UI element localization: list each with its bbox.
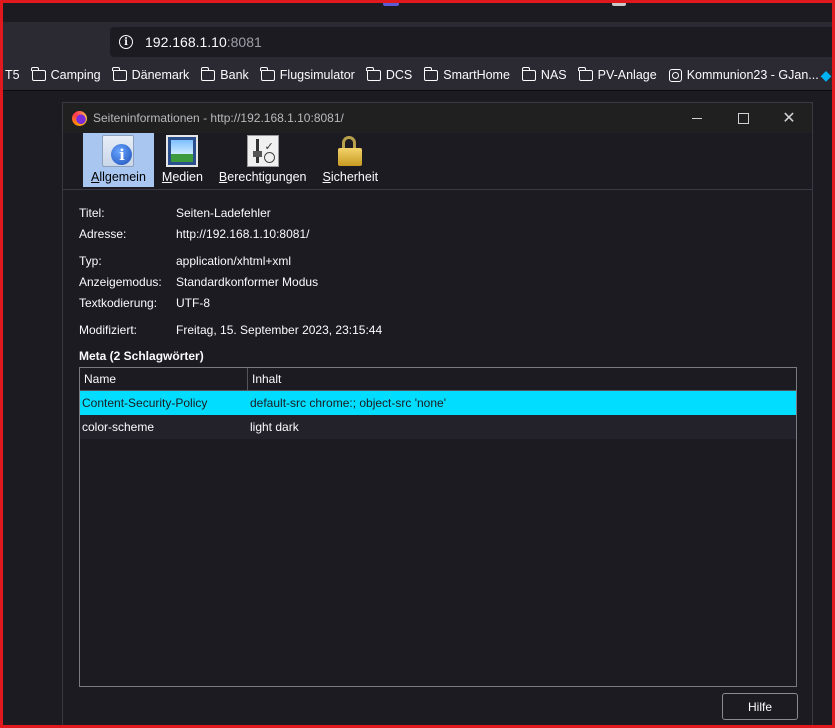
bookmark-t5[interactable]: T5 [5, 68, 20, 82]
bookmark-folder-nas[interactable]: NAS [521, 66, 567, 82]
navigation-toolbar: i 192.168.1.10:8081 [0, 22, 835, 60]
tab-label: Sicherheit [322, 170, 379, 184]
bookmark-folder-dcs[interactable]: DCS [366, 66, 412, 82]
bookmark-folder-bank[interactable]: Bank [200, 66, 249, 82]
page-info-dialog: Seiteninformationen - http://192.168.1.1… [62, 102, 813, 728]
url-bar[interactable]: i 192.168.1.10:8081 [110, 27, 835, 57]
maximize-icon [737, 112, 749, 124]
minimize-icon [692, 117, 702, 119]
folder-icon [521, 66, 536, 81]
tab-favicon-remnant [383, 0, 399, 6]
lock-icon [334, 135, 366, 167]
firefox-logo-icon [72, 110, 87, 126]
info-row-render-mode: Anzeigemodus: Standardkonformer Modus [79, 274, 319, 289]
bookmark-folder-flugsimulator[interactable]: Flugsimulator [260, 66, 355, 82]
info-row-address: Adresse: http://192.168.1.10:8081/ [79, 226, 310, 241]
folder-icon [578, 66, 593, 81]
cell-name: color-scheme [82, 420, 155, 434]
info-row-type: Typ: application/xhtml+xml [79, 253, 292, 268]
column-header-content[interactable]: Inhalt [248, 368, 281, 390]
site-info-icon[interactable]: i [119, 35, 133, 49]
folder-icon [112, 66, 127, 81]
cell-content: default-src chrome:; object-src 'none' [250, 396, 446, 410]
tab-favicon-remnant [612, 0, 626, 6]
permissions-icon: ✓ [246, 135, 279, 167]
help-button[interactable]: Hilfe [722, 693, 798, 720]
info-icon: i [102, 135, 135, 167]
meta-table[interactable]: Name Inhalt Content-Security-Policy defa… [79, 367, 797, 687]
info-row-encoding: Textkodierung: UTF-8 [79, 295, 210, 310]
bookmark-folder-pv-anlage[interactable]: PV-Anlage [578, 66, 657, 82]
maximize-button[interactable] [720, 103, 766, 133]
close-icon: ✕ [782, 110, 796, 127]
tab-label: Berechtigungen [218, 170, 307, 184]
bookmarks-overflow-icon[interactable]: ◆ [817, 60, 835, 90]
tab-label: Allgemein [91, 170, 146, 184]
url-port: :8081 [226, 34, 262, 50]
info-row-title: Titel: Seiten-Ladefehler [79, 205, 271, 220]
folder-icon [423, 66, 439, 81]
meta-table-header: Name Inhalt [80, 368, 796, 391]
bookmarks-toolbar: T5 Camping Dänemark Bank Flugsimulator D… [0, 60, 835, 91]
folder-icon [200, 66, 216, 81]
meta-heading: Meta (2 Schlagwörter) [79, 349, 204, 363]
bookmark-folder-camping[interactable]: Camping [31, 66, 101, 82]
tab-berechtigungen[interactable]: ✓ Berechtigungen [211, 133, 315, 187]
folder-icon [366, 66, 381, 81]
dialog-title: Seiteninformationen - http://192.168.1.1… [93, 111, 344, 125]
folder-icon [260, 66, 275, 81]
bookmark-folder-smarthome[interactable]: SmartHome [423, 66, 510, 82]
column-header-name[interactable]: Name [80, 368, 248, 390]
dialog-titlebar: Seiteninformationen - http://192.168.1.1… [63, 103, 812, 133]
bookmark-kommunion23[interactable]: Kommunion23 - GJan... [668, 68, 819, 82]
camera-icon [668, 68, 682, 82]
cell-name: Content-Security-Policy [82, 396, 208, 410]
general-panel: Titel: Seiten-Ladefehler Adresse: http://1… [63, 202, 812, 364]
table-row[interactable]: color-scheme light dark [80, 415, 796, 439]
minimize-button[interactable] [674, 103, 720, 133]
tab-medien[interactable]: Medien [154, 133, 211, 187]
bookmark-folder-daenemark[interactable]: Dänemark [112, 66, 189, 82]
table-row[interactable]: Content-Security-Policy default-src chro… [80, 391, 796, 415]
media-icon [166, 135, 199, 167]
close-button[interactable]: ✕ [766, 103, 812, 133]
tab-label: Medien [161, 170, 203, 184]
cell-content: light dark [250, 420, 299, 434]
folder-icon [31, 66, 46, 81]
dialog-tab-toolbar: i Allgemein Medien ✓ Berechtigungen Sich… [63, 133, 812, 190]
tab-strip [0, 0, 835, 22]
tab-sicherheit[interactable]: Sicherheit [315, 133, 387, 187]
url-host: 192.168.1.10 [145, 34, 227, 50]
tab-allgemein[interactable]: i Allgemein [83, 133, 154, 187]
info-row-modified: Modifiziert: Freitag, 15. September 2023,… [79, 322, 383, 337]
